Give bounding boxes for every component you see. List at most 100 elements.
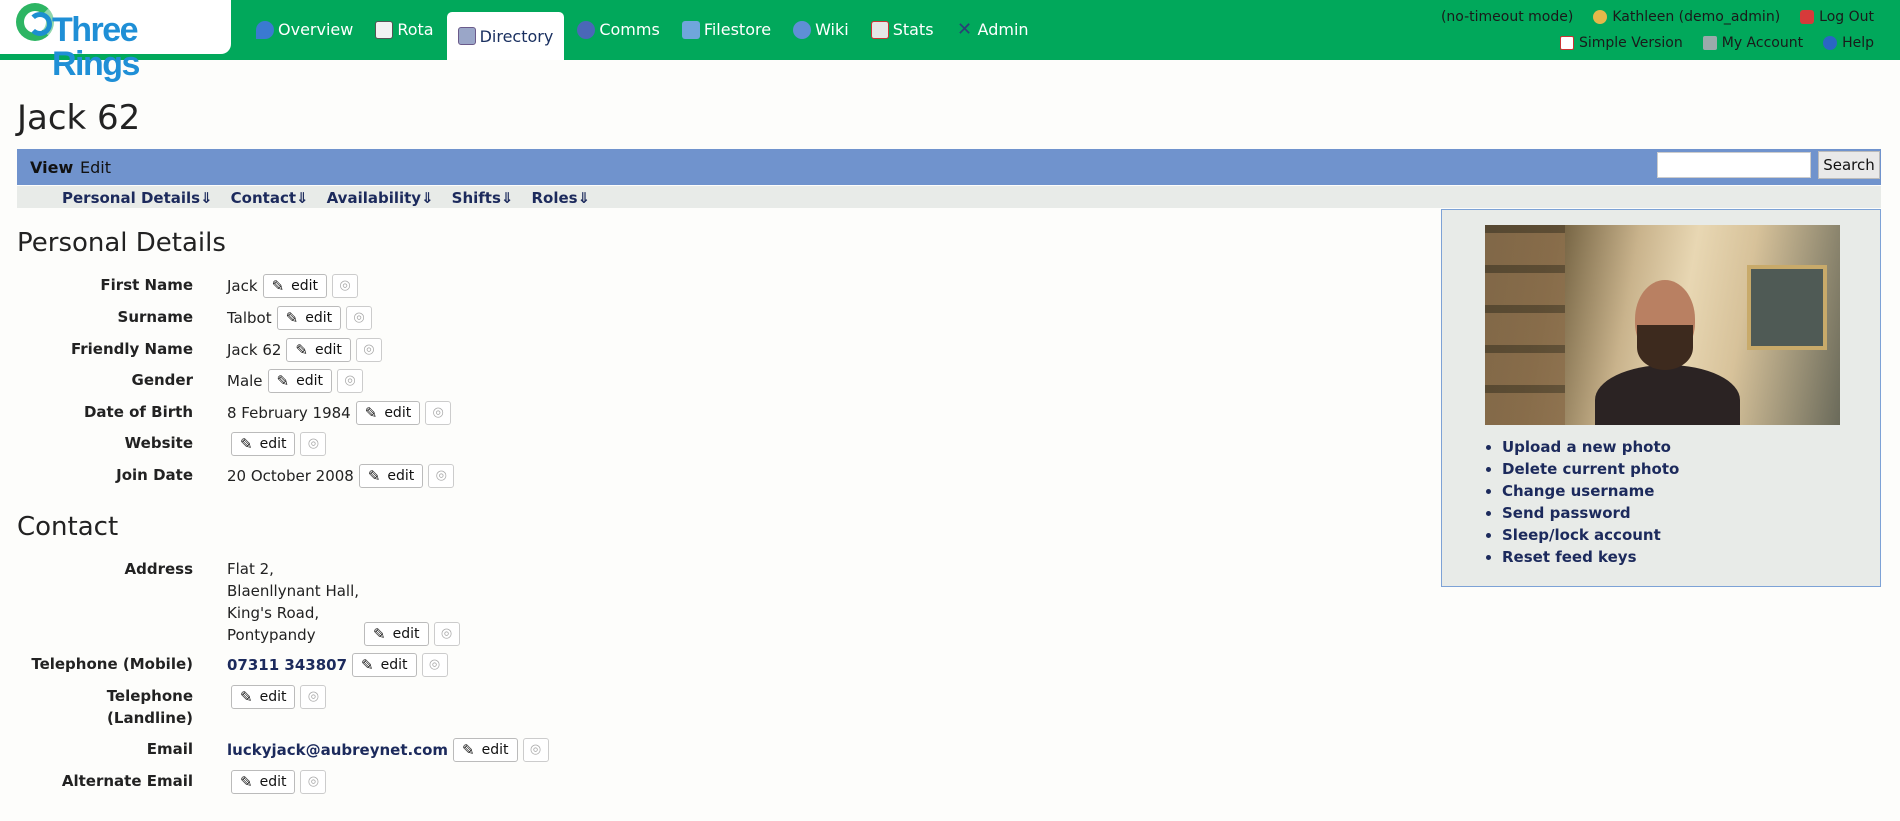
nav-comms[interactable]: Comms (568, 12, 668, 47)
nav-stats[interactable]: Stats (862, 12, 943, 47)
nav-directory-label: Directory (479, 26, 554, 46)
join-date-value: 20 October 2008 (227, 467, 354, 485)
first-name-value: Jack (227, 277, 258, 295)
photo-painting (1747, 265, 1827, 350)
edit-address-button[interactable]: ✎ edit (364, 622, 429, 646)
pencil-icon: ✎ (285, 309, 299, 327)
tab-view[interactable]: View (30, 158, 73, 177)
privacy-friendly-name-button[interactable]: ◎ (355, 338, 382, 362)
edit-alternate-email-button[interactable]: ✎ edit (231, 770, 296, 794)
edit-label: edit (259, 436, 287, 452)
nav-admin[interactable]: ✕ Admin (947, 12, 1038, 47)
edit-email-button[interactable]: ✎ edit (453, 738, 518, 762)
nav-wiki-label: Wiki (815, 20, 849, 39)
help-icon (1823, 36, 1838, 50)
timeout-mode-text: (no-timeout mode) (1440, 9, 1574, 25)
sleep-lock-account-link[interactable]: Sleep/lock account (1502, 524, 1679, 546)
edit-surname-button[interactable]: ✎ edit (276, 306, 342, 330)
anchor-roles[interactable]: Roles⇓ (531, 189, 590, 207)
simple-version-link[interactable]: Simple Version (1559, 35, 1683, 51)
three-rings-logo[interactable]: Three Rings (0, 0, 231, 81)
logout-link[interactable]: Log Out (1800, 9, 1874, 25)
edit-label: edit (392, 626, 420, 642)
mobile-number-link[interactable]: 07311 343807 (227, 654, 347, 676)
edit-label: edit (314, 342, 342, 358)
edit-first-name-button[interactable]: ✎ edit (262, 274, 328, 298)
privacy-website-button[interactable]: ◎ (300, 432, 327, 456)
edit-label: edit (481, 742, 509, 758)
address-value: Flat 2, Blaenllynant Hall, King's Road, … (227, 558, 364, 646)
pencil-icon: ✎ (364, 404, 378, 422)
surname-value: Talbot (227, 309, 272, 327)
tab-edit[interactable]: Edit (80, 158, 111, 177)
alternate-email-label: Alternate Email (61, 772, 193, 790)
tools-icon: ✕ (956, 18, 973, 40)
privacy-date-of-birth-button[interactable]: ◎ (425, 401, 452, 425)
privacy-gender-button[interactable]: ◎ (337, 369, 363, 393)
privacy-first-name-button[interactable]: ◎ (332, 274, 359, 298)
current-user[interactable]: Kathleen (demo_admin) (1593, 9, 1780, 25)
nav-admin-label: Admin (977, 20, 1029, 39)
edit-label: edit (380, 657, 408, 673)
my-account-label: My Account (1721, 35, 1804, 51)
date-of-birth-value: 8 February 1984 (227, 404, 351, 422)
pencil-icon: ✎ (462, 741, 475, 759)
privacy-join-date-button[interactable]: ◎ (428, 464, 455, 488)
edit-join-date-button[interactable]: ✎ edit (358, 464, 424, 488)
nav-rota[interactable]: Rota (366, 12, 442, 47)
edit-landline-button[interactable]: ✎ edit (231, 685, 296, 709)
first-name-label: First Name (100, 276, 193, 294)
simple-version-label: Simple Version (1578, 35, 1683, 51)
landline-label-line-1: Telephone (106, 687, 193, 705)
edit-mobile-button[interactable]: ✎ edit (352, 653, 417, 677)
edit-friendly-name-button[interactable]: ✎ edit (286, 338, 351, 362)
pencil-icon: ✎ (373, 625, 386, 643)
help-link[interactable]: Help (1823, 35, 1874, 51)
upload-photo-link[interactable]: Upload a new photo (1502, 436, 1679, 458)
privacy-mobile-button[interactable]: ◎ (421, 653, 448, 677)
reset-feed-keys-link[interactable]: Reset feed keys (1502, 546, 1679, 568)
privacy-surname-button[interactable]: ◎ (346, 306, 373, 330)
privacy-address-button[interactable]: ◎ (433, 622, 460, 646)
nav-overview[interactable]: Overview (247, 12, 362, 47)
eye-icon: ◎ (363, 342, 375, 357)
eye-icon: ◎ (339, 278, 351, 293)
surname-label: Surname (117, 308, 193, 326)
edit-website-button[interactable]: ✎ edit (231, 432, 296, 456)
anchor-shifts[interactable]: Shifts⇓ (452, 189, 514, 207)
envelope-icon (577, 20, 596, 39)
anchor-contact[interactable]: Contact⇓ (231, 189, 309, 207)
search-button[interactable]: Search (1818, 151, 1880, 179)
address-line-4: Pontypandy (227, 626, 316, 644)
eye-icon: ◎ (428, 657, 441, 672)
friendly-name-label: Friendly Name (70, 340, 193, 358)
nav-directory[interactable]: Directory (446, 12, 565, 60)
chart-icon (870, 20, 889, 39)
send-password-link[interactable]: Send password (1502, 502, 1679, 524)
eye-icon: ◎ (307, 689, 320, 704)
edit-date-of-birth-button[interactable]: ✎ edit (355, 401, 421, 425)
anchor-availability[interactable]: Availability⇓ (327, 189, 434, 207)
edit-gender-button[interactable]: ✎ edit (267, 369, 332, 393)
photo-person-body (1595, 365, 1740, 425)
mobile-label: Telephone (Mobile) (31, 655, 193, 673)
main-nav: Overview Rota Directory Comms Filestore … (247, 12, 1042, 60)
privacy-landline-button[interactable]: ◎ (300, 685, 327, 709)
change-username-link[interactable]: Change username (1502, 480, 1679, 502)
anchor-personal-details[interactable]: Personal Details⇓ (62, 189, 213, 207)
email-link[interactable]: luckyjack@aubreynet.com (227, 739, 448, 761)
rings-logo-inner-icon (28, 12, 52, 36)
delete-photo-link[interactable]: Delete current photo (1502, 458, 1679, 480)
contact-heading: Contact (17, 512, 119, 542)
gender-value: Male (227, 372, 263, 390)
nav-wiki[interactable]: Wiki (784, 12, 858, 47)
edit-label: edit (305, 310, 333, 326)
privacy-email-button[interactable]: ◎ (522, 738, 549, 762)
nav-stats-label: Stats (892, 20, 934, 39)
pencil-icon: ✎ (240, 773, 253, 791)
nav-filestore[interactable]: Filestore (673, 12, 780, 47)
eye-icon: ◎ (529, 742, 542, 757)
my-account-link[interactable]: My Account (1702, 35, 1804, 51)
privacy-alternate-email-button[interactable]: ◎ (300, 770, 327, 794)
search-input[interactable] (1657, 152, 1811, 178)
